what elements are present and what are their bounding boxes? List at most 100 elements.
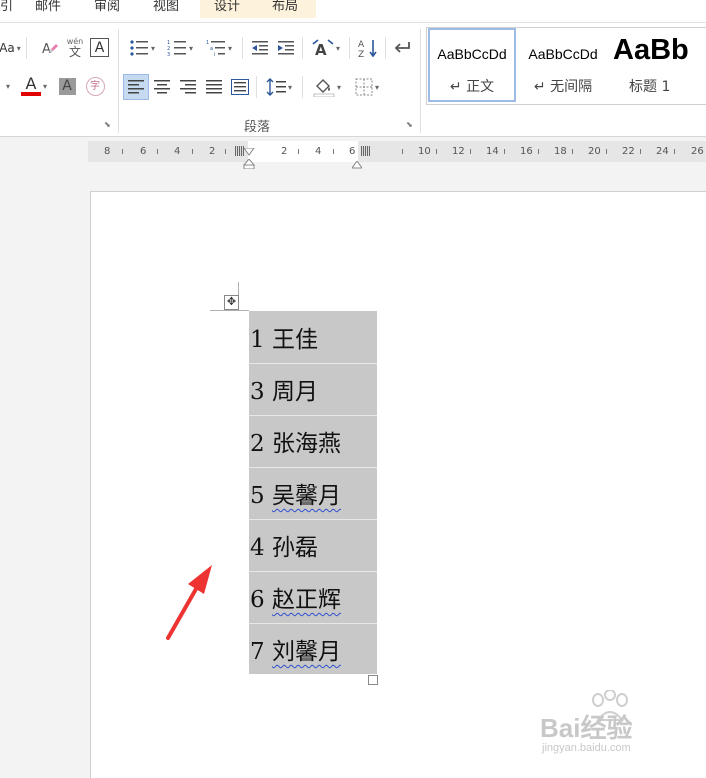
font-size-dropdown[interactable]: Aa ▾ — [0, 37, 21, 59]
hanging-indent-marker[interactable] — [242, 154, 256, 170]
character-shading-button[interactable]: A — [57, 76, 77, 96]
borders-button[interactable]: ▾ — [349, 76, 385, 98]
align-center-icon — [154, 80, 170, 94]
row-name: 孙磊 — [271, 535, 318, 561]
row-name: 张海燕 — [271, 431, 341, 457]
svg-text:3: 3 — [167, 52, 170, 57]
row-number: 1 — [250, 327, 265, 353]
decrease-indent-button[interactable] — [248, 37, 272, 59]
paint-bucket-icon — [313, 79, 335, 97]
table-row[interactable]: 1 王佳 — [249, 311, 377, 364]
style-heading-1[interactable]: AaBb 标题 1 — [607, 28, 706, 102]
highlight-dropdown[interactable]: ▾ — [0, 75, 14, 97]
multilevel-list-button[interactable]: 1 a i ▾ — [201, 37, 237, 59]
svg-text:a: a — [210, 46, 213, 52]
tab-layout[interactable]: 布局 — [258, 0, 316, 18]
row-name: 王佳 — [271, 327, 318, 353]
table-row[interactable]: 5 吴馨月 — [249, 467, 377, 520]
chinese-layout-button[interactable]: A ▾ — [308, 37, 344, 59]
align-center-button[interactable] — [150, 76, 174, 98]
ruler-tick — [504, 149, 505, 154]
row-name: 吴馨月 — [271, 483, 341, 509]
tab-mailings[interactable]: 邮件 — [35, 0, 61, 18]
tab-view-partial[interactable]: 引 — [0, 0, 13, 18]
ruler-tick — [192, 149, 193, 154]
ruler-label: 4 — [315, 146, 322, 157]
style-normal[interactable]: AaBbCcDd ↵ 正文 — [428, 28, 516, 102]
horizontal-ruler[interactable]: 8 6 4 2 2 4 6 10 12 14 16 18 20 22 24 26 — [88, 141, 706, 170]
tab-view[interactable]: 视图 — [153, 0, 179, 18]
decrease-indent-icon — [252, 41, 268, 55]
ruler-tick — [470, 149, 471, 154]
character-border-button[interactable]: A — [90, 38, 109, 57]
table-cell-text: 5 吴馨月 — [250, 476, 341, 510]
ruler-label: 10 — [418, 146, 431, 157]
align-right-icon — [180, 80, 196, 94]
phonetic-guide-button[interactable]: wén 文 — [64, 35, 86, 61]
first-line-indent-marker[interactable] — [243, 141, 255, 156]
baidu-watermark: Bai经验 jingyan.baidu.com — [540, 690, 700, 765]
ruler-tick — [225, 149, 226, 154]
clear-formatting-button[interactable]: A — [38, 37, 62, 59]
sort-az-icon: A Z — [358, 40, 377, 58]
sort-button[interactable]: A Z — [355, 37, 381, 59]
separator — [385, 37, 386, 59]
separator — [242, 37, 243, 59]
ruler-label: 2 — [281, 146, 288, 157]
shading-button[interactable]: ▾ — [308, 76, 346, 98]
annotation-arrow-icon — [166, 565, 212, 640]
align-left-button[interactable] — [123, 74, 149, 100]
align-right-button[interactable] — [176, 76, 200, 98]
ruler-tick — [640, 149, 641, 154]
paragraph-dialog-launcher-icon[interactable]: ⬊ — [406, 121, 414, 129]
numbering-button[interactable]: 1 2 3 ▾ — [162, 37, 198, 59]
bullets-button[interactable]: ▾ — [124, 37, 160, 59]
row-number: 6 — [250, 587, 265, 613]
style-no-spacing[interactable]: AaBbCcDd ↵ 无间隔 — [519, 28, 607, 102]
multilevel-list-icon: 1 a i — [206, 40, 225, 57]
ruler-label: 4 — [174, 146, 181, 157]
eraser-icon: A — [42, 42, 58, 57]
table-row[interactable]: 4 孙磊 — [249, 519, 377, 572]
font-dialog-launcher-icon[interactable]: ⬊ — [104, 121, 112, 129]
line-spacing-icon — [266, 78, 286, 96]
numbered-list-icon: 1 2 3 — [167, 40, 186, 57]
table-move-handle-icon[interactable]: ✥ — [224, 295, 239, 310]
watermark-brand: Bai经验 — [540, 713, 633, 743]
chevron-down-icon: ▾ — [227, 43, 232, 53]
ruler-tick — [572, 149, 573, 154]
font-color-button[interactable]: A ▾ — [16, 73, 52, 99]
increase-indent-button[interactable] — [274, 37, 298, 59]
increase-indent-icon — [278, 41, 294, 55]
chevron-down-icon: ▾ — [150, 43, 155, 53]
distributed-align-icon — [231, 79, 249, 95]
justify-button[interactable] — [202, 76, 226, 98]
ruler-label: 18 — [554, 146, 567, 157]
separator — [302, 76, 303, 98]
right-indent-marker[interactable] — [351, 154, 363, 169]
enclose-characters-button[interactable]: 字 — [84, 76, 106, 96]
selected-table[interactable]: 1 王佳 3 周月 2 张海燕 5 吴馨月 4 孙磊 6 赵正辉 7 刘馨月 — [249, 311, 377, 674]
bulleted-list-icon — [130, 40, 148, 56]
ruler-label: 12 — [452, 146, 465, 157]
table-resize-handle[interactable] — [368, 675, 378, 685]
separator — [26, 37, 27, 59]
show-hide-marks-button[interactable] — [390, 37, 414, 59]
font-color-swatch — [20, 92, 41, 96]
group-separator — [118, 29, 119, 133]
table-row[interactable]: 7 刘馨月 — [249, 623, 377, 675]
table-row[interactable]: 3 周月 — [249, 363, 377, 416]
ruler-tick — [436, 149, 437, 154]
tab-design[interactable]: 设计 — [200, 0, 258, 18]
table-column-marker[interactable] — [361, 146, 370, 156]
svg-text:A: A — [42, 42, 51, 57]
svg-text:1: 1 — [206, 40, 209, 46]
distributed-button[interactable] — [228, 76, 252, 98]
table-row[interactable]: 2 张海燕 — [249, 415, 377, 468]
line-spacing-button[interactable]: ▾ — [261, 76, 297, 98]
table-row[interactable]: 6 赵正辉 — [249, 571, 377, 624]
tab-review[interactable]: 审阅 — [94, 0, 120, 18]
watermark-url: jingyan.baidu.com — [542, 742, 631, 754]
separator — [302, 37, 303, 59]
separator — [349, 37, 350, 59]
